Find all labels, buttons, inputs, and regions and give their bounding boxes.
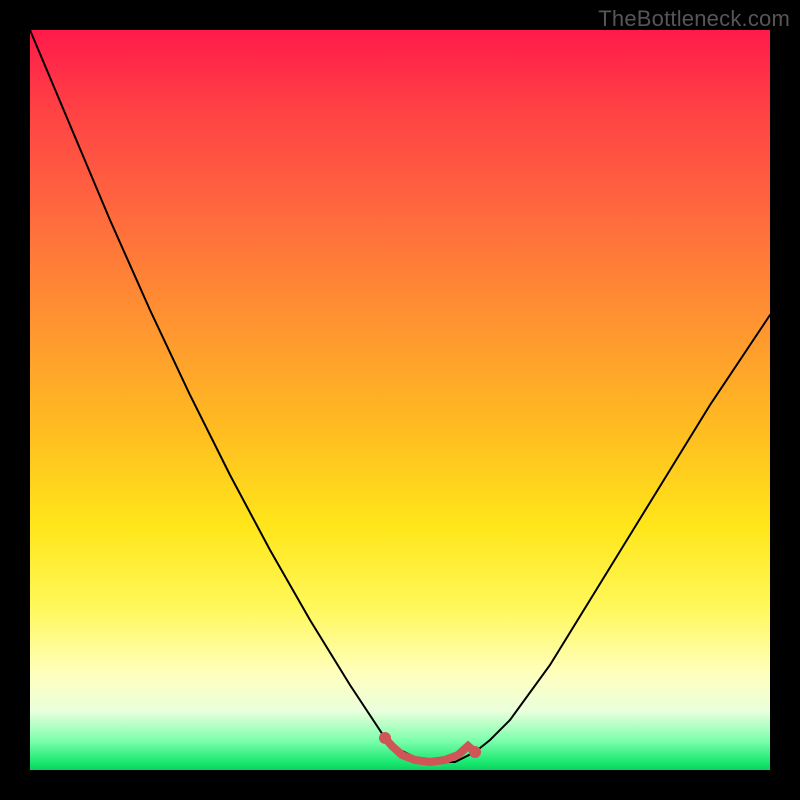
main-curve [30,30,770,762]
curve-layer [30,30,770,770]
highlight-dot-right [469,746,481,758]
highlight-dot-left [379,732,391,744]
watermark-label: TheBottleneck.com [598,6,790,32]
chart-frame: TheBottleneck.com [0,0,800,800]
